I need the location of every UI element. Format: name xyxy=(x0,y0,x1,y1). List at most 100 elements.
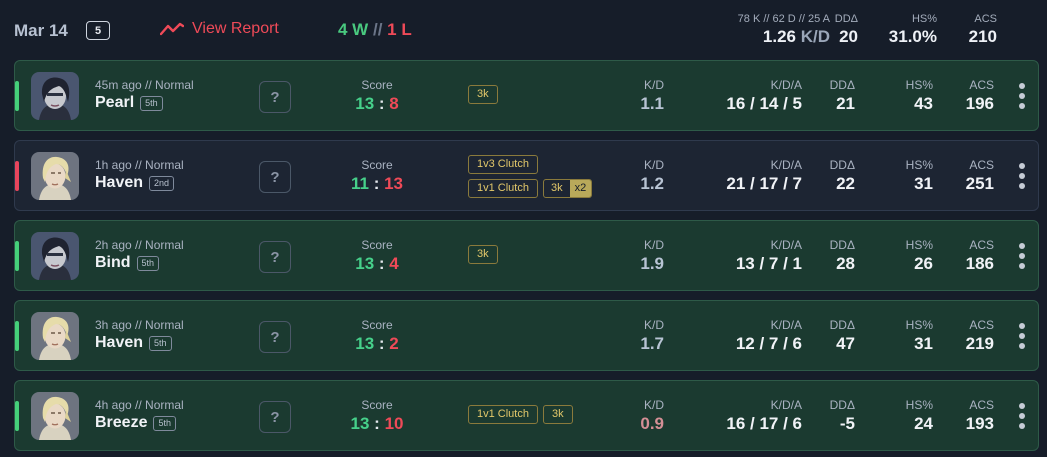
match-meta: 4h ago // Normal xyxy=(95,398,184,412)
dd-label: DDΔ xyxy=(829,318,855,332)
team-score: 13 xyxy=(355,94,375,113)
unknown-agent-button[interactable]: ? xyxy=(259,401,291,433)
view-report-link[interactable]: View Report xyxy=(160,20,279,38)
match-dd: DDΔ -5 xyxy=(830,398,855,434)
match-score: Score 13 : 8 xyxy=(345,78,409,114)
blonde-agent-portrait-icon xyxy=(31,392,79,440)
match-acs: ACS 193 xyxy=(966,398,994,434)
match-meta: 3h ago // Normal xyxy=(95,318,184,332)
team-score: 11 xyxy=(350,174,369,193)
match-card[interactable]: 2h ago // Normal Bind 5th ? Score 13 : 4… xyxy=(14,220,1039,291)
more-options-icon[interactable] xyxy=(1016,163,1028,189)
match-dd: DDΔ 28 xyxy=(830,238,855,274)
kda-label: K/D/A xyxy=(770,398,802,412)
match-kd: K/D 1.2 xyxy=(640,158,664,194)
score-label: Score xyxy=(361,318,393,332)
acs-label: ACS xyxy=(969,318,994,332)
match-kd: K/D 1.9 xyxy=(640,238,664,274)
more-options-icon[interactable] xyxy=(1016,83,1028,109)
unknown-agent-button[interactable]: ? xyxy=(259,161,291,193)
more-options-icon[interactable] xyxy=(1016,323,1028,349)
match-kda: K/D/A 12 / 7 / 6 xyxy=(736,318,802,354)
agent-avatar xyxy=(31,232,79,280)
map-name: Pearl xyxy=(95,94,135,111)
map-name: Haven xyxy=(95,334,144,351)
acs-value: 193 xyxy=(965,414,994,433)
match-acs: ACS 251 xyxy=(966,158,994,194)
match-hs: HS% 24 xyxy=(906,398,933,434)
summary-acs: ACS 210 xyxy=(969,13,997,47)
dd-value: -5 xyxy=(839,414,855,433)
score-label: Score xyxy=(361,398,393,412)
enemy-score: 2 xyxy=(389,334,399,353)
match-dd: DDΔ 47 xyxy=(830,318,855,354)
day-summary-header: Mar 14 5 View Report 4 W // 1 L 78 K // … xyxy=(0,0,1047,58)
result-indicator xyxy=(15,161,19,191)
unknown-agent-button[interactable]: ? xyxy=(259,241,291,273)
match-hs: HS% 43 xyxy=(906,78,933,114)
match-card[interactable]: 4h ago // Normal Breeze 5th ? Score 13 :… xyxy=(14,380,1039,451)
record-separator: // xyxy=(372,20,383,39)
placement-badge: 5th xyxy=(149,335,172,351)
acs-label: ACS xyxy=(969,78,994,92)
agent-avatar xyxy=(31,152,79,200)
unknown-agent-button[interactable]: ? xyxy=(259,321,291,353)
dd-label: DDΔ xyxy=(834,13,858,25)
kd-unit: K/D xyxy=(800,27,830,46)
match-kd: K/D 0.9 xyxy=(640,398,664,434)
acs-label: ACS xyxy=(974,13,997,25)
hs-value: 26 xyxy=(914,254,933,273)
kd-label: K/D xyxy=(643,238,664,252)
map-name: Bind xyxy=(95,254,131,271)
score-label: Score xyxy=(361,158,393,172)
kd-value: 1.7 xyxy=(640,334,664,353)
kd-value: 1.9 xyxy=(640,254,664,273)
kd-value: 1.2 xyxy=(640,174,664,193)
losses-count: 1 L xyxy=(387,20,412,39)
dd-label: DDΔ xyxy=(829,158,855,172)
placement-badge: 2nd xyxy=(149,175,175,191)
view-report-label: View Report xyxy=(192,20,279,37)
acs-label: ACS xyxy=(969,158,994,172)
match-card[interactable]: 45m ago // Normal Pearl 5th ? Score 13 :… xyxy=(14,60,1039,131)
acs-label: ACS xyxy=(969,238,994,252)
more-options-icon[interactable] xyxy=(1016,243,1028,269)
kd-label: K/D xyxy=(643,398,664,412)
highlight-badge: 3k xyxy=(468,85,498,104)
kd-label: K/D xyxy=(643,318,664,332)
match-card[interactable]: 3h ago // Normal Haven 5th ? Score 13 : … xyxy=(14,300,1039,371)
enemy-score: 4 xyxy=(389,254,399,273)
match-card[interactable]: 1h ago // Normal Haven 2nd ? Score 11 : … xyxy=(14,140,1039,211)
match-kda: K/D/A 16 / 14 / 5 xyxy=(726,78,802,114)
highlight-badge: 3k xyxy=(542,405,573,424)
acs-value: 196 xyxy=(965,94,994,113)
dd-label: DDΔ xyxy=(829,398,855,412)
agent-avatar xyxy=(31,392,79,440)
match-score: Score 13 : 4 xyxy=(345,238,409,274)
result-indicator xyxy=(15,241,19,271)
blonde-agent-portrait-icon xyxy=(31,152,79,200)
hs-label: HS% xyxy=(905,238,933,252)
placement-badge: 5th xyxy=(153,415,176,431)
kd-value: 1.26 xyxy=(762,27,796,46)
unknown-agent-button[interactable]: ? xyxy=(259,81,291,113)
kd-label: K/D xyxy=(643,78,664,92)
blonde-agent-portrait-icon xyxy=(31,312,79,360)
hs-value: 31.0% xyxy=(888,27,937,46)
kd-value: 1.1 xyxy=(640,94,664,113)
map-name: Breeze xyxy=(95,414,148,431)
placement-badge: 5th xyxy=(136,255,160,271)
agent-avatar xyxy=(31,72,79,120)
dd-value: 28 xyxy=(836,254,855,273)
highlight-badge: 1v3 Clutch xyxy=(468,155,538,174)
kda-label: K/D/A xyxy=(770,318,802,332)
more-options-icon[interactable] xyxy=(1016,403,1028,429)
kda-value: 16 / 17 / 6 xyxy=(726,414,802,433)
kda-label: K/D/A xyxy=(770,78,802,92)
kda-value: 16 / 14 / 5 xyxy=(726,94,802,113)
team-score: 13 xyxy=(350,414,370,433)
match-score: Score 13 : 2 xyxy=(345,318,409,354)
dark-haired-agent-portrait-icon xyxy=(31,72,79,120)
kda-label: K/D/A xyxy=(770,158,802,172)
map-name: Haven xyxy=(95,174,144,191)
